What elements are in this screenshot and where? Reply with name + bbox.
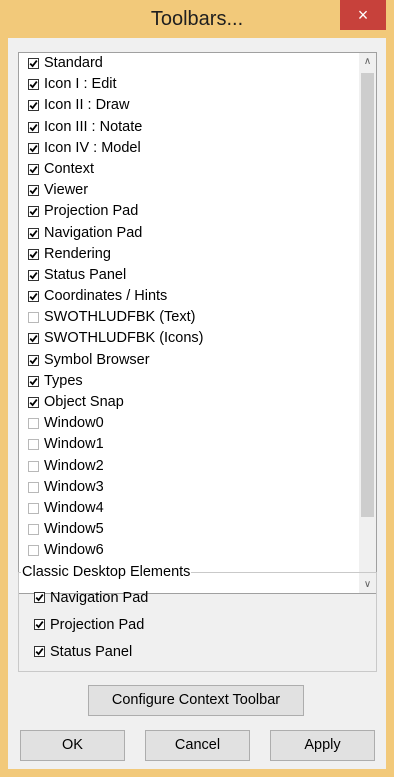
checkbox-unchecked-icon[interactable] (28, 312, 39, 324)
checkbox-checked-icon[interactable] (28, 100, 39, 112)
toolbar-item-label: Window2 (44, 457, 104, 474)
toolbar-list-item[interactable]: Types (19, 371, 360, 392)
toolbar-item-label: SWOTHLUDFBK (Icons) (44, 330, 204, 347)
toolbars-list[interactable]: Standard Icon I : Edit Icon II : Draw Icon … (18, 52, 377, 594)
toolbar-list-item[interactable]: Icon IV : Model (19, 138, 360, 159)
toolbar-item-label: Window3 (44, 478, 104, 495)
toolbar-list-item[interactable]: Projection Pad (19, 201, 360, 222)
toolbar-item-label: Standard (44, 55, 103, 71)
toolbar-item-label: Context (44, 160, 94, 177)
toolbar-item-label: Symbol Browser (44, 351, 150, 368)
checkbox-checked-icon[interactable] (28, 375, 39, 387)
toolbar-list-item[interactable]: Status Panel (19, 265, 360, 286)
toolbar-item-label: Navigation Pad (44, 224, 143, 241)
toolbars-list-items: Standard Icon I : Edit Icon II : Draw Icon … (19, 53, 360, 562)
checkbox-unchecked-icon[interactable] (28, 545, 39, 557)
toolbar-item-label: SWOTHLUDFBK (Text) (44, 309, 196, 326)
checkbox-unchecked-icon[interactable] (28, 481, 39, 493)
toolbar-item-label: Rendering (44, 245, 111, 262)
toolbar-list-item[interactable]: Symbol Browser (19, 350, 360, 371)
checkbox-checked-icon[interactable] (28, 142, 39, 154)
toolbar-item-label: Icon III : Notate (44, 118, 143, 135)
checkbox-checked-icon[interactable] (34, 592, 45, 603)
toolbar-list-item[interactable]: Object Snap (19, 392, 360, 413)
toolbar-list-item[interactable]: Icon III : Notate (19, 117, 360, 138)
toolbar-item-label: Window1 (44, 436, 104, 453)
checkbox-checked-icon[interactable] (28, 333, 39, 345)
toolbar-list-item[interactable]: Standard (19, 53, 360, 74)
toolbar-item-label: Status Panel (44, 266, 127, 283)
checkbox-unchecked-icon[interactable] (28, 418, 39, 430)
toolbar-list-item[interactable]: Context (19, 159, 360, 180)
checkbox-checked-icon[interactable] (28, 79, 39, 91)
toolbar-item-label: Viewer (44, 182, 89, 199)
classic-item-label: Navigation Pad (50, 590, 149, 606)
toolbar-list-item[interactable]: Window2 (19, 456, 360, 477)
toolbar-item-label: Types (44, 372, 83, 389)
cancel-button[interactable]: Cancel (145, 730, 250, 761)
dialog-client: Standard Icon I : Edit Icon II : Draw Icon … (8, 38, 386, 769)
checkbox-checked-icon[interactable] (34, 646, 45, 657)
checkbox-checked-icon[interactable] (28, 185, 39, 197)
configure-context-toolbar-button[interactable]: Configure Context Toolbar (88, 685, 304, 716)
vertical-scrollbar[interactable]: ∧ ∨ (359, 53, 376, 593)
checkbox-checked-icon[interactable] (28, 227, 39, 239)
toolbar-item-label: Window4 (44, 499, 104, 516)
toolbar-list-item[interactable]: Navigation Pad (19, 223, 360, 244)
checkbox-unchecked-icon[interactable] (28, 439, 39, 451)
toolbar-list-item[interactable]: Window6 (19, 540, 360, 561)
toolbar-item-label: Icon II : Draw (44, 97, 130, 114)
toolbar-list-item[interactable]: Window0 (19, 413, 360, 434)
checkbox-checked-icon[interactable] (28, 248, 39, 260)
toolbar-list-item[interactable]: Viewer (19, 180, 360, 201)
checkbox-checked-icon[interactable] (28, 121, 39, 133)
checkbox-checked-icon[interactable] (28, 206, 39, 218)
toolbar-list-item[interactable]: Window3 (19, 477, 360, 498)
toolbar-list-item[interactable]: Coordinates / Hints (19, 286, 360, 307)
toolbars-dialog: Toolbars... × Standard Icon I : Edit Icon … (0, 0, 394, 777)
toolbar-item-label: Window5 (44, 521, 104, 538)
classic-desktop-legend: Classic Desktop Elements (22, 564, 191, 580)
window-title: Toolbars... (150, 8, 244, 30)
toolbar-list-item[interactable]: Icon II : Draw (19, 95, 360, 116)
toolbar-item-label: Object Snap (44, 394, 124, 410)
ok-button[interactable]: OK (20, 730, 125, 761)
classic-item-label: Projection Pad (50, 617, 145, 633)
toolbar-item-label: Window6 (44, 542, 104, 559)
toolbar-list-item[interactable]: Rendering (19, 244, 360, 265)
close-button[interactable]: × (340, 0, 386, 30)
close-icon: × (357, 5, 369, 25)
scroll-up-icon[interactable]: ∧ (359, 53, 376, 70)
toolbar-item-label: Icon I : Edit (44, 76, 117, 93)
checkbox-checked-icon[interactable] (28, 397, 39, 408)
toolbar-list-item[interactable]: SWOTHLUDFBK (Text) (19, 307, 360, 328)
toolbar-list-item[interactable]: Window5 (19, 519, 360, 540)
classic-item-label: Status Panel (50, 644, 133, 660)
checkbox-checked-icon[interactable] (28, 163, 39, 175)
title-bar[interactable]: Toolbars... × (0, 0, 394, 38)
scroll-thumb[interactable] (361, 73, 374, 517)
checkbox-checked-icon[interactable] (34, 619, 45, 630)
checkbox-checked-icon[interactable] (28, 354, 39, 366)
toolbar-item-label: Coordinates / Hints (44, 288, 168, 305)
checkbox-unchecked-icon[interactable] (28, 502, 39, 514)
checkbox-checked-icon[interactable] (28, 58, 39, 69)
apply-button[interactable]: Apply (270, 730, 375, 761)
checkbox-checked-icon[interactable] (28, 269, 39, 281)
checkbox-checked-icon[interactable] (28, 291, 39, 303)
toolbar-list-item[interactable]: Window4 (19, 498, 360, 519)
toolbar-list-item[interactable]: Icon I : Edit (19, 74, 360, 95)
checkbox-unchecked-icon[interactable] (28, 524, 39, 536)
toolbar-list-item[interactable]: SWOTHLUDFBK (Icons) (19, 328, 360, 349)
checkbox-unchecked-icon[interactable] (28, 460, 39, 472)
toolbar-item-label: Icon IV : Model (44, 139, 141, 156)
toolbar-list-item[interactable]: Window1 (19, 434, 360, 455)
toolbar-item-label: Window0 (44, 415, 104, 432)
toolbar-item-label: Projection Pad (44, 203, 139, 220)
